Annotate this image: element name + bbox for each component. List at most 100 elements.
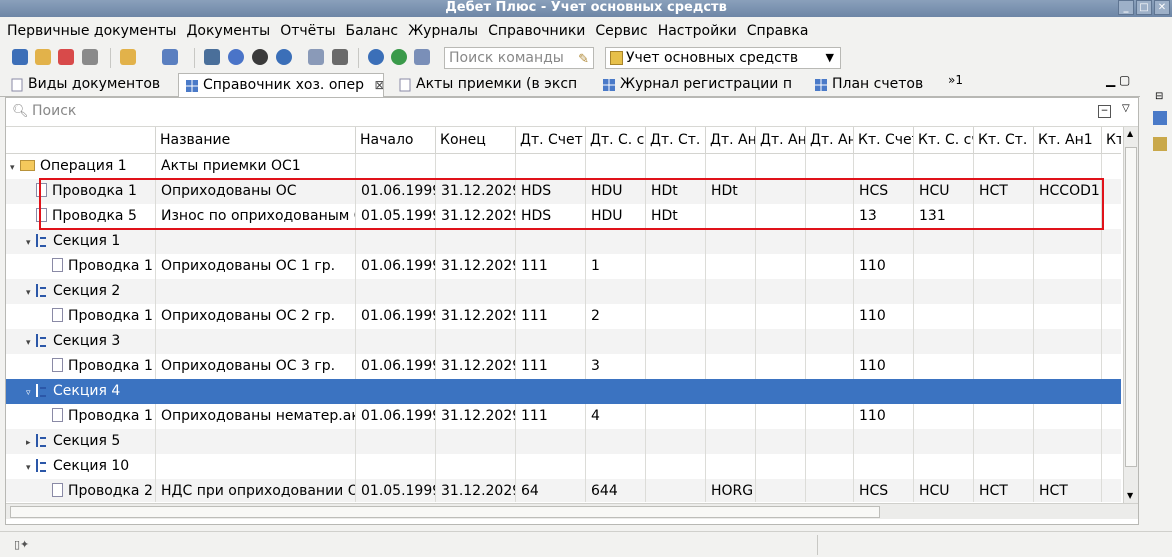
table-cell[interactable] bbox=[914, 429, 974, 454]
mail-icon[interactable] bbox=[308, 49, 324, 65]
table-cell[interactable] bbox=[914, 229, 974, 254]
table-cell[interactable] bbox=[646, 404, 706, 429]
table-cell[interactable] bbox=[436, 329, 516, 354]
binoculars-icon[interactable] bbox=[332, 49, 348, 65]
table-cell[interactable] bbox=[356, 279, 436, 304]
table-cell[interactable] bbox=[586, 329, 646, 354]
tree-cell[interactable]: ▸ Секция 5 bbox=[6, 429, 156, 454]
table-cell[interactable] bbox=[974, 379, 1034, 404]
table-cell[interactable] bbox=[1102, 329, 1121, 354]
table-cell[interactable] bbox=[646, 479, 706, 502]
table-cell[interactable]: 1 bbox=[586, 254, 646, 279]
table-cell[interactable] bbox=[806, 304, 854, 329]
table-cell[interactable] bbox=[806, 429, 854, 454]
table-cell[interactable] bbox=[1034, 229, 1102, 254]
table-cell[interactable]: 01.06.1999 bbox=[356, 304, 436, 329]
table-cell[interactable] bbox=[914, 154, 974, 179]
gear-icon[interactable] bbox=[276, 49, 292, 65]
table-cell[interactable] bbox=[1102, 154, 1121, 179]
table-cell[interactable] bbox=[756, 154, 806, 179]
table-cell[interactable]: 31.12.2029 bbox=[436, 404, 516, 429]
table-cell[interactable] bbox=[854, 329, 914, 354]
table-cell[interactable] bbox=[914, 454, 974, 479]
table-cell[interactable]: 644 bbox=[586, 479, 646, 502]
table-cell[interactable] bbox=[1034, 154, 1102, 179]
table-cell[interactable]: 4 bbox=[586, 404, 646, 429]
table-cell[interactable] bbox=[646, 429, 706, 454]
table-cell[interactable] bbox=[1034, 404, 1102, 429]
table-cell[interactable]: HDS bbox=[516, 204, 586, 229]
table-cell[interactable] bbox=[356, 229, 436, 254]
column-header-10[interactable]: Кт. Счет bbox=[854, 127, 914, 154]
chart-icon[interactable] bbox=[162, 49, 178, 65]
module-select[interactable]: Учет основных средств ▼ bbox=[605, 47, 841, 69]
table-cell[interactable]: HDt bbox=[646, 179, 706, 204]
table-cell[interactable]: Оприходованы ОС 3 гр. bbox=[156, 354, 356, 379]
table-cell[interactable]: 31.12.2029 bbox=[436, 179, 516, 204]
tree-cell[interactable]: Проводка 2 bbox=[6, 479, 156, 502]
table-cell[interactable] bbox=[1102, 479, 1121, 502]
tree-cell[interactable]: Проводка 1 bbox=[6, 254, 156, 279]
column-header-8[interactable]: Дт. Ан bbox=[756, 127, 806, 154]
table-cell[interactable] bbox=[756, 204, 806, 229]
table-cell[interactable] bbox=[1102, 179, 1121, 204]
table-cell[interactable]: НДС при оприходовании ОС bbox=[156, 479, 356, 502]
folder-open-icon[interactable] bbox=[35, 49, 51, 65]
table-cell[interactable]: HDt bbox=[646, 204, 706, 229]
table-cell[interactable] bbox=[806, 179, 854, 204]
column-header-12[interactable]: Кт. Ст. bbox=[974, 127, 1034, 154]
table-cell[interactable] bbox=[756, 254, 806, 279]
table-cell[interactable]: Акты приемки ОС1 bbox=[156, 154, 356, 179]
table-cell[interactable] bbox=[854, 454, 914, 479]
table-cell[interactable] bbox=[756, 279, 806, 304]
expand-toggle-icon[interactable]: ▾ bbox=[10, 156, 20, 179]
expand-toggle-icon[interactable]: ▿ bbox=[26, 381, 36, 404]
table-cell[interactable] bbox=[1102, 254, 1121, 279]
table-cell[interactable] bbox=[974, 329, 1034, 354]
table-cell[interactable]: 01.06.1999 bbox=[356, 354, 436, 379]
table-cell[interactable]: 01.06.1999 bbox=[356, 179, 436, 204]
table-cell[interactable]: 01.05.1999 bbox=[356, 479, 436, 502]
table-cell[interactable] bbox=[756, 179, 806, 204]
table-cell[interactable] bbox=[436, 454, 516, 479]
table-cell[interactable] bbox=[854, 279, 914, 304]
table-cell[interactable] bbox=[1034, 329, 1102, 354]
table-cell[interactable] bbox=[756, 354, 806, 379]
table-cell[interactable] bbox=[356, 329, 436, 354]
column-header-11[interactable]: Кт. С. сч bbox=[914, 127, 974, 154]
table-cell[interactable] bbox=[1102, 454, 1121, 479]
table-cell[interactable] bbox=[156, 429, 356, 454]
table-cell[interactable]: Оприходованы ОС 1 гр. bbox=[156, 254, 356, 279]
collapse-all-icon[interactable]: − bbox=[1098, 105, 1111, 118]
table-row[interactable]: Проводка 1 Оприходованы ОС 1 гр. 01.06.199… bbox=[6, 254, 1121, 279]
table-cell[interactable] bbox=[706, 454, 756, 479]
table-cell[interactable] bbox=[914, 404, 974, 429]
tree-cell[interactable]: ▾ Секция 2 bbox=[6, 279, 156, 304]
table-cell[interactable] bbox=[1102, 229, 1121, 254]
tree-cell[interactable]: Проводка 1 bbox=[6, 304, 156, 329]
table-cell[interactable] bbox=[706, 304, 756, 329]
tab-chart-of-accounts[interactable]: План счетов bbox=[808, 73, 944, 97]
tree-cell[interactable]: Проводка 5 bbox=[6, 204, 156, 229]
table-cell[interactable] bbox=[1102, 379, 1121, 404]
table-cell[interactable]: 111 bbox=[516, 404, 586, 429]
table-cell[interactable]: 31.12.2029 bbox=[436, 479, 516, 502]
table-cell[interactable] bbox=[706, 404, 756, 429]
table-cell[interactable]: 3 bbox=[586, 354, 646, 379]
table-cell[interactable] bbox=[974, 279, 1034, 304]
table-cell[interactable] bbox=[756, 404, 806, 429]
tab-acceptance-acts[interactable]: Акты приемки (в эксп bbox=[392, 73, 590, 97]
database-icon[interactable] bbox=[12, 49, 28, 65]
table-cell[interactable]: 31.12.2029 bbox=[436, 254, 516, 279]
table-cell[interactable] bbox=[706, 279, 756, 304]
table-cell[interactable] bbox=[756, 379, 806, 404]
edit-document-icon[interactable] bbox=[58, 49, 74, 65]
table-cell[interactable] bbox=[974, 404, 1034, 429]
menu-service[interactable]: Сервис bbox=[591, 23, 651, 39]
table-cell[interactable] bbox=[516, 429, 586, 454]
table-cell[interactable] bbox=[586, 454, 646, 479]
table-cell[interactable] bbox=[706, 329, 756, 354]
table-cell[interactable] bbox=[756, 329, 806, 354]
notes-icon[interactable] bbox=[1153, 137, 1167, 151]
scroll-down-icon[interactable]: ▼ bbox=[1127, 491, 1133, 500]
